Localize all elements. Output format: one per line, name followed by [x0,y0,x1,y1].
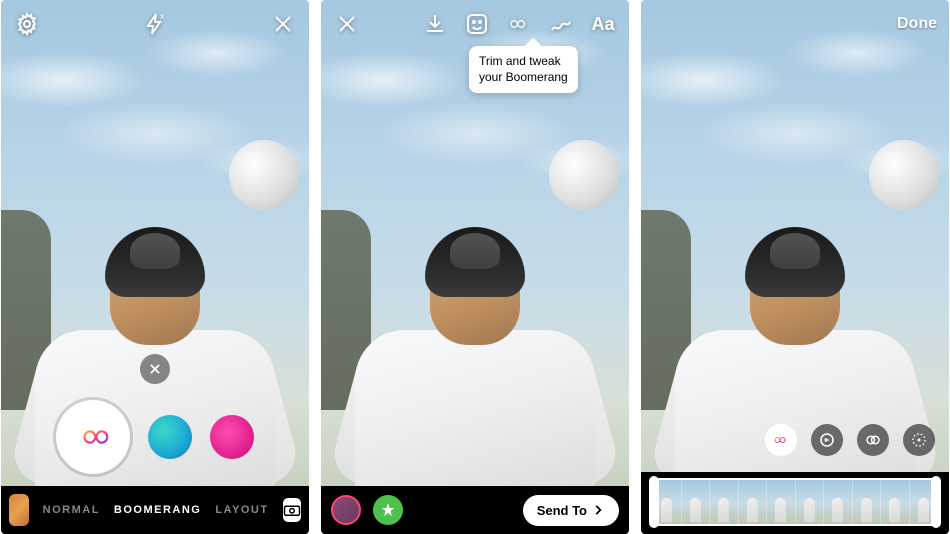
close-icon[interactable] [269,10,297,38]
text-tool-icon[interactable]: Aa [589,10,617,38]
mode-boomerang[interactable]: BOOMERANG [114,504,201,516]
top-toolbar: x [1,0,309,48]
gallery-thumbnail[interactable] [9,494,29,526]
close-friends-button[interactable] [373,495,403,525]
edit-toolbar: Aa [321,0,629,48]
trim-handle-left[interactable] [649,476,659,528]
close-icon[interactable] [333,10,361,38]
mode-layout[interactable]: LAYOUT [215,504,268,516]
boomerang-effects-row [765,424,935,456]
shutter-row [1,400,309,474]
shutter-button[interactable] [56,400,130,474]
effect-option-2[interactable] [210,415,254,459]
mode-carousel: NORMAL BOOMERANG LAYOUT [1,486,309,534]
camera-capture-screen: x NORMAL BOOMERANG LAYOUT [1,0,309,534]
story-edit-screen: Aa Trim and tweak your Boomerang Send To [321,0,629,534]
download-icon[interactable] [421,10,449,38]
effect-duo-icon[interactable] [903,424,935,456]
svg-text:x: x [160,12,165,21]
clear-capture-button[interactable] [140,354,170,384]
sticker-icon[interactable] [463,10,491,38]
trim-toolbar: Done [641,0,949,48]
settings-icon[interactable] [13,10,41,38]
effect-echo-icon[interactable] [857,424,889,456]
mode-normal[interactable]: NORMAL [43,504,100,516]
camera-flip-icon[interactable] [283,498,301,522]
trim-timeline [641,472,949,534]
draw-icon[interactable] [547,10,575,38]
done-button[interactable]: Done [897,15,937,33]
effect-slowmo-icon[interactable] [811,424,843,456]
your-story-avatar[interactable] [331,495,361,525]
send-to-label: Send To [537,503,587,518]
boomerang-trim-tooltip: Trim and tweak your Boomerang [469,46,578,93]
boomerang-trim-screen: Done [641,0,949,534]
send-to-button[interactable]: Send To [523,495,619,526]
effect-classic-icon[interactable] [765,424,797,456]
trim-handle-right[interactable] [931,476,941,528]
flash-off-icon[interactable]: x [141,10,169,38]
boomerang-trim-icon[interactable] [505,10,533,38]
timeline-frames[interactable] [651,478,939,526]
share-bar: Send To [321,486,629,534]
effect-option-1[interactable] [148,415,192,459]
